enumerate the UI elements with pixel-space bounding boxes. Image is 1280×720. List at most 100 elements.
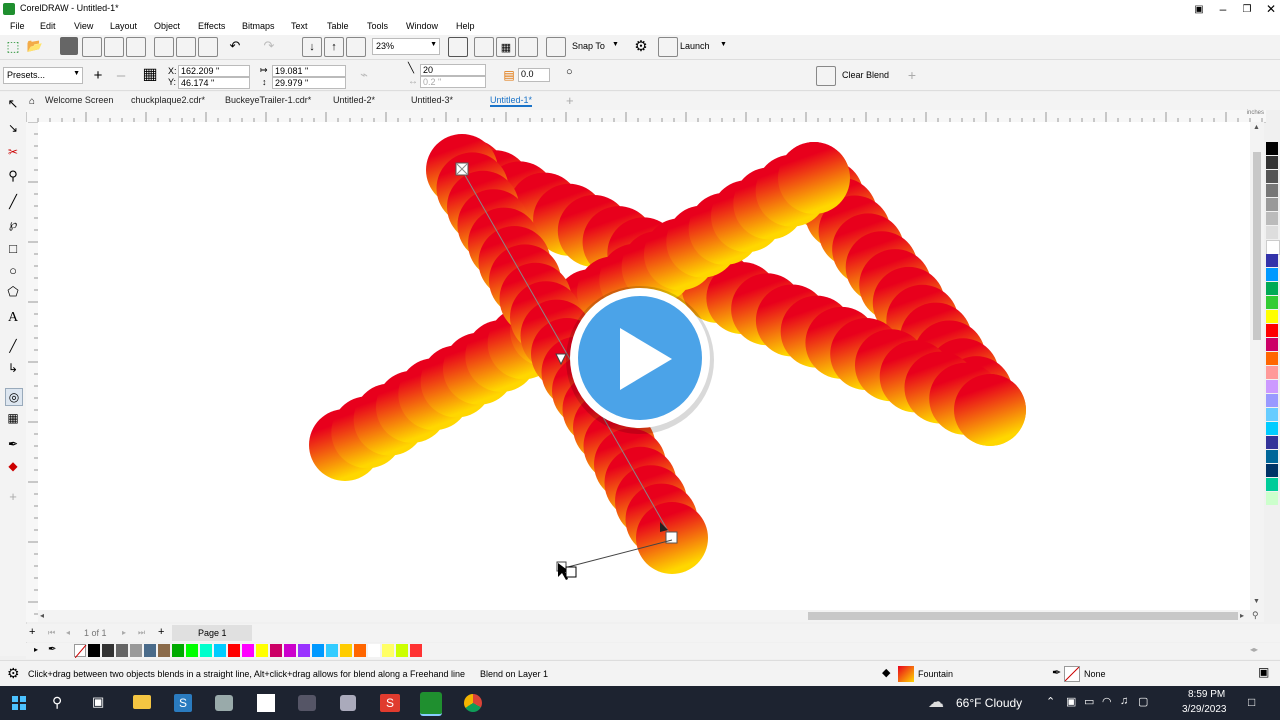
palette-swatch[interactable]	[1266, 184, 1278, 197]
palette-swatch[interactable]	[214, 644, 226, 657]
language-icon[interactable]: ▢	[1138, 695, 1148, 708]
menu-text[interactable]: Text	[291, 21, 308, 31]
palette-options-icon[interactable]: ◂▸	[1250, 645, 1258, 654]
counterclockwise-blend-icon[interactable]	[767, 66, 785, 84]
weather-text[interactable]: 66°F Cloudy	[956, 696, 1022, 710]
clockwise-blend-icon[interactable]	[740, 66, 758, 84]
palette-swatch[interactable]	[270, 644, 282, 657]
add-page-after-icon[interactable]: +	[158, 626, 164, 638]
vertical-scroll-thumb[interactable]	[1253, 152, 1261, 340]
palette-swatch[interactable]	[242, 644, 254, 657]
menu-window[interactable]: Window	[406, 21, 438, 31]
palette-swatch[interactable]	[1266, 226, 1278, 239]
palette-swatch[interactable]	[354, 644, 366, 657]
palette-swatch[interactable]	[144, 644, 156, 657]
scroll-down-icon[interactable]: ▼	[1253, 598, 1260, 605]
palette-swatch[interactable]	[382, 644, 394, 657]
palette-swatch[interactable]	[1266, 170, 1278, 183]
palette-swatch[interactable]	[228, 644, 240, 657]
show-grid-icon[interactable]: ▦	[496, 37, 516, 57]
chrome-icon[interactable]	[464, 694, 482, 712]
rectangle-tool-icon[interactable]: □	[5, 240, 21, 256]
shape-tool-icon[interactable]: ↘	[5, 120, 21, 136]
palette-swatch[interactable]	[368, 644, 380, 657]
palette-swatch[interactable]	[1266, 380, 1278, 393]
palette-scroll-icon[interactable]: ▸	[34, 645, 38, 654]
vertical-scrollbar[interactable]: ▲ ▼	[1250, 122, 1264, 610]
home-icon[interactable]: ⌂	[26, 95, 38, 107]
palette-swatch[interactable]	[1266, 394, 1278, 407]
palette-swatch[interactable]	[1266, 198, 1278, 211]
full-screen-icon[interactable]	[448, 37, 468, 57]
copy-blend-icon[interactable]	[717, 66, 735, 84]
cloud-open-icon[interactable]	[82, 37, 102, 57]
y-position-field[interactable]: 46.174 "	[178, 77, 250, 89]
eyedropper-tool-icon[interactable]: ✒	[5, 436, 21, 452]
remove-preset-icon[interactable]: –	[112, 66, 130, 84]
palette-swatch[interactable]	[1266, 464, 1278, 477]
freehand-tool-icon[interactable]: ╱	[5, 194, 21, 210]
launch-chevron-icon[interactable]: ▼	[720, 41, 727, 48]
menu-effects[interactable]: Effects	[198, 21, 225, 31]
last-page-icon[interactable]: ⏭	[138, 628, 145, 638]
task-view-icon[interactable]: ▣	[92, 694, 104, 710]
save-icon[interactable]	[60, 37, 78, 55]
direct-blend-icon[interactable]	[587, 66, 605, 84]
palette-swatch[interactable]	[1266, 478, 1278, 491]
sketchup-app-icon[interactable]: S	[174, 694, 192, 712]
wifi-icon[interactable]: ◠	[1102, 695, 1112, 708]
first-page-icon[interactable]: ⏮	[48, 628, 55, 638]
palette-swatch[interactable]	[1266, 450, 1278, 463]
menu-edit[interactable]: Edit	[40, 21, 56, 31]
more-blend-options-icon[interactable]	[689, 66, 707, 84]
lock-ratio-icon[interactable]: ⌁	[355, 66, 373, 84]
dimension-tool-icon[interactable]: ╱	[5, 338, 21, 354]
start-end-properties-icon[interactable]	[643, 66, 661, 84]
next-page-icon[interactable]: ▸	[122, 628, 126, 637]
palette-swatch[interactable]	[1266, 142, 1278, 155]
palette-swatch[interactable]	[1266, 240, 1280, 255]
object-origin-icon[interactable]: ▦	[140, 64, 160, 84]
no-color-swatch[interactable]	[74, 644, 87, 659]
menu-layout[interactable]: Layout	[110, 21, 137, 31]
app-icon-3[interactable]	[215, 695, 233, 711]
ellipse-tool-icon[interactable]: ○	[5, 262, 21, 278]
palette-eyedropper-icon[interactable]: ✒	[48, 644, 56, 655]
add-page-before-icon[interactable]: +	[29, 626, 35, 638]
tab-untitled-1[interactable]: Untitled-1*	[490, 95, 533, 107]
battery-icon[interactable]: ▭	[1084, 695, 1094, 708]
paste-icon[interactable]	[198, 37, 218, 57]
scroll-right-icon[interactable]: ▸	[1240, 611, 1244, 620]
palette-swatch[interactable]	[116, 644, 128, 657]
menu-help[interactable]: Help	[456, 21, 475, 31]
help-window-icon[interactable]: ▣	[1192, 2, 1206, 16]
menu-object[interactable]: Object	[154, 21, 180, 31]
presets-select[interactable]: Presets... ▼	[3, 67, 83, 84]
palette-swatch[interactable]	[158, 644, 170, 657]
meet-now-icon[interactable]: ▣	[1066, 695, 1076, 708]
palette-swatch[interactable]	[200, 644, 212, 657]
file-explorer-icon[interactable]	[133, 695, 151, 709]
horizontal-scroll-thumb[interactable]	[808, 612, 1238, 620]
zoom-select[interactable]: 23% ▼	[372, 38, 440, 55]
status-options-icon[interactable]: ▣	[1258, 665, 1269, 679]
launch-label[interactable]: Launch	[680, 41, 710, 51]
scroll-left-icon[interactable]: ◂	[40, 611, 44, 620]
add-toolbar-icon[interactable]: +	[903, 66, 921, 84]
export-pdf-icon[interactable]	[346, 37, 366, 57]
taskbar-time[interactable]: 8:59 PM	[1188, 689, 1225, 700]
menu-tools[interactable]: Tools	[367, 21, 388, 31]
palette-swatch[interactable]	[130, 644, 142, 657]
text-tool-icon[interactable]: A	[5, 310, 21, 326]
zoom-tool-icon[interactable]: ⚲	[5, 168, 21, 184]
crop-tool-icon[interactable]: ✂	[5, 144, 21, 160]
loop-blend-icon[interactable]: ○	[566, 66, 573, 78]
palette-swatch[interactable]	[1266, 492, 1278, 505]
prev-page-icon[interactable]: ◂	[66, 628, 70, 637]
app-icon-6[interactable]	[340, 695, 356, 711]
volume-icon[interactable]: ♫	[1120, 695, 1128, 707]
clear-blend-label[interactable]: Clear Blend	[842, 70, 889, 80]
tab-untitled-3[interactable]: Untitled-3*	[411, 95, 453, 105]
notification-icon[interactable]: □	[1248, 695, 1255, 709]
maximize-button[interactable]: ❐	[1240, 2, 1254, 16]
